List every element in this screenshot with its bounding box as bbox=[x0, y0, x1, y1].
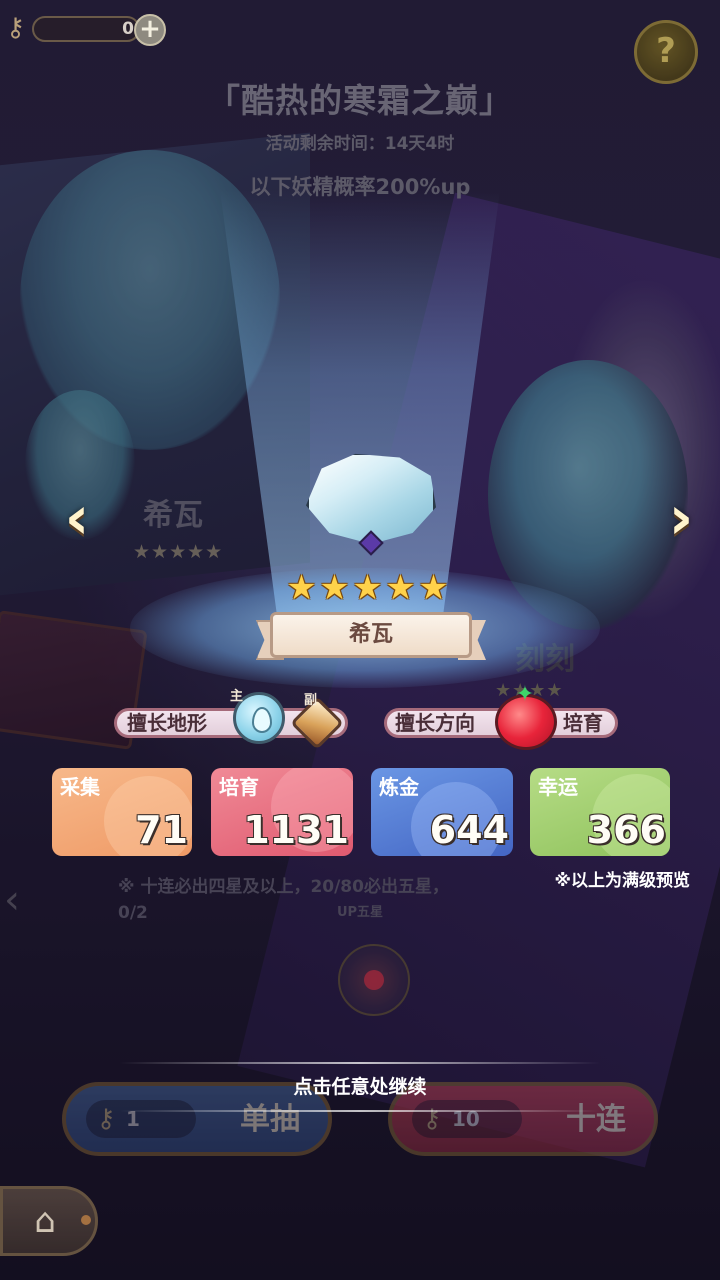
stat-alchemy-label: 炼金 bbox=[379, 775, 419, 799]
terrain-label: 擅长地形 bbox=[127, 711, 207, 735]
direction-label: 擅长方向 bbox=[395, 711, 475, 735]
stat-nurture-label: 培育 bbox=[219, 775, 259, 799]
tomato-leaf-icon: ✦ bbox=[515, 682, 535, 707]
star-icon: ★ bbox=[352, 568, 383, 608]
star-icon: ★ bbox=[286, 568, 317, 608]
key-icon: ⚷ bbox=[6, 13, 26, 43]
result-stars: ★★★★★ bbox=[280, 570, 455, 608]
stat-nurture: 培育 1131 bbox=[211, 768, 353, 856]
stat-luck-value: 366 bbox=[586, 808, 666, 852]
hint-divider-bottom bbox=[120, 1110, 600, 1112]
add-keys-button[interactable]: + bbox=[134, 14, 166, 46]
direction-value: 培育 bbox=[563, 711, 603, 735]
stat-alchemy-value: 644 bbox=[429, 808, 509, 852]
key-count: 0 bbox=[122, 19, 134, 39]
next-fairy-button[interactable]: › bbox=[656, 486, 706, 556]
home-icon: ⌂ bbox=[34, 1201, 56, 1241]
star-icon: ★ bbox=[385, 568, 416, 608]
max-level-preview-note: ※以上为满级预览 bbox=[554, 871, 690, 891]
stat-nurture-value: 1131 bbox=[243, 808, 349, 852]
star-icon: ★ bbox=[418, 568, 449, 608]
tap-to-continue-hint[interactable]: 点击任意处继续 bbox=[160, 1070, 560, 1104]
stat-alchemy: 炼金 644 bbox=[371, 768, 513, 856]
stat-gather: 采集 71 bbox=[52, 768, 192, 856]
key-counter: ⚷ 0 + bbox=[6, 10, 166, 46]
home-button[interactable]: ⌂ bbox=[0, 1186, 98, 1256]
stat-luck-label: 幸运 bbox=[538, 775, 578, 799]
result-fairy-name: 希瓦 bbox=[348, 622, 393, 647]
stat-gather-label: 采集 bbox=[60, 775, 100, 799]
stat-gather-value: 71 bbox=[135, 808, 188, 852]
previous-fairy-button[interactable]: ‹ bbox=[52, 486, 102, 556]
ice-crystal-icon bbox=[306, 452, 436, 556]
gacha-result-screen[interactable]: 「酷热的寒霜之巅」 活动剩余时间：14天4时 以下妖精概率200%up 希瓦 ★… bbox=[0, 0, 720, 1280]
terrain-main-tag: 主 bbox=[230, 689, 244, 704]
hint-divider-top bbox=[120, 1062, 600, 1064]
terrain-sub-tag: 副 bbox=[304, 693, 318, 708]
chevron-right-icon: › bbox=[668, 483, 694, 553]
chevron-left-icon: ‹ bbox=[64, 483, 90, 553]
help-button[interactable]: ? bbox=[634, 20, 698, 84]
fairy-name-ribbon: 希瓦 bbox=[256, 606, 486, 664]
home-button-dot bbox=[81, 1215, 91, 1225]
star-icon: ★ bbox=[319, 568, 350, 608]
stat-luck: 幸运 366 bbox=[530, 768, 670, 856]
